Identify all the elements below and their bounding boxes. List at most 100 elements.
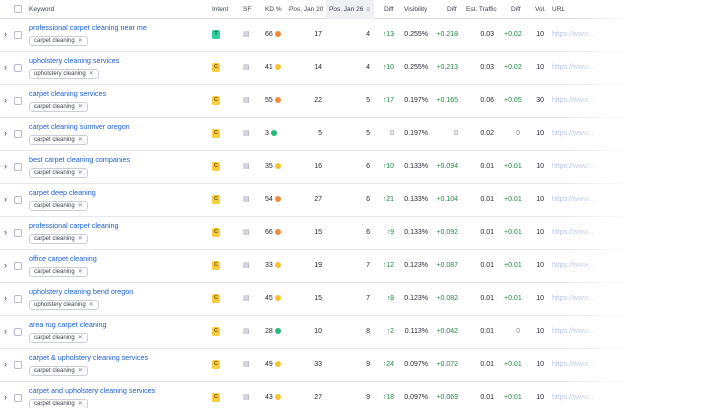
ranking-url[interactable]: https://www... [552,227,594,239]
keyword-link[interactable]: upholstery cleaning bend oregon [29,287,133,297]
ranking-url[interactable]: https://www... [552,62,594,74]
table-row[interactable]: › office carpet cleaning carpet cleaning ✕ C… [0,250,720,283]
serp-features-icon[interactable]: ▤ [243,326,250,338]
remove-tag-icon[interactable]: ✕ [89,302,94,308]
table-row[interactable]: › carpet cleaning sunriver oregon carpet c… [0,118,720,151]
header-sf[interactable]: SF [243,0,251,19]
ranking-url[interactable]: https://www... [552,359,594,371]
table-row[interactable]: › carpet deep cleaning carpet cleaning ✕ C ▤ 5… [0,184,720,217]
volume: 10 [536,229,544,236]
remove-tag-icon[interactable]: ✕ [78,170,83,176]
serp-features-icon[interactable]: ▤ [243,194,250,206]
header-pos-jan20[interactable]: Pos. Jan 20 [289,0,323,19]
serp-features-icon[interactable]: ▤ [243,161,250,173]
row-checkbox[interactable] [14,196,22,204]
keyword-link[interactable]: area rug carpet cleaning [29,320,107,330]
select-all-checkbox[interactable] [14,5,22,13]
header-diff[interactable]: Diff [384,0,394,19]
header-kd[interactable]: KD % [265,0,282,19]
keyword-link[interactable]: best carpet cleaning companies [29,155,130,165]
keyword-link[interactable]: upholstery cleaning services [29,56,119,66]
remove-tag-icon[interactable]: ✕ [78,335,83,341]
keyword-link[interactable]: carpet cleaning services [29,89,106,99]
serp-features-icon[interactable]: ▤ [243,293,250,305]
header-traffic[interactable]: Est. Traffic [466,0,497,19]
ranking-url[interactable]: https://www... [552,95,594,107]
expand-chevron-icon[interactable]: › [4,193,7,205]
serp-features-icon[interactable]: ▤ [243,29,250,41]
header-volume[interactable]: Vol. [535,0,546,19]
header-intent[interactable]: Intent [212,0,228,19]
table-row[interactable]: › professional carpet cleaning near me car… [0,19,720,52]
header-visibility[interactable]: Visibility [404,0,427,19]
remove-tag-icon[interactable]: ✕ [78,236,83,242]
expand-chevron-icon[interactable]: › [4,292,7,304]
table-row[interactable]: › carpet cleaning services carpet cleaning… [0,85,720,118]
ranking-url[interactable]: https://www... [552,161,594,173]
keyword-link[interactable]: carpet deep cleaning [29,188,96,198]
table-row[interactable]: › upholstery cleaning services upholstery … [0,52,720,85]
keyword-link[interactable]: carpet & upholstery cleaning services [29,353,148,363]
ranking-url[interactable]: https://www... [552,128,594,140]
remove-tag-icon[interactable]: ✕ [89,71,94,77]
keyword-link[interactable]: carpet and upholstery cleaning services [29,386,155,396]
keyword-link[interactable]: office carpet cleaning [29,254,97,264]
table-row[interactable]: › carpet & upholstery cleaning services ca… [0,349,720,382]
serp-features-icon[interactable]: ▤ [243,227,250,239]
remove-tag-icon[interactable]: ✕ [78,269,83,275]
keyword-link[interactable]: carpet cleaning sunriver oregon [29,122,130,132]
serp-features-icon[interactable]: ▤ [243,260,250,272]
expand-chevron-icon[interactable]: › [4,94,7,106]
ranking-url[interactable]: https://www... [552,326,594,338]
position-diff: ↑9 [378,227,394,239]
expand-chevron-icon[interactable]: › [4,61,7,73]
expand-chevron-icon[interactable]: › [4,28,7,40]
row-checkbox[interactable] [14,394,22,402]
row-checkbox[interactable] [14,328,22,336]
keyword-link[interactable]: professional carpet cleaning [29,221,119,231]
row-checkbox[interactable] [14,97,22,105]
ranking-url[interactable]: https://www... [552,293,594,305]
row-checkbox[interactable] [14,163,22,171]
header-visibility-diff[interactable]: Diff [447,0,457,19]
serp-features-icon[interactable]: ▤ [243,392,250,404]
header-url[interactable]: URL [552,0,565,19]
row-checkbox[interactable] [14,31,22,39]
ranking-url[interactable]: https://www... [552,29,594,41]
expand-chevron-icon[interactable]: › [4,226,7,238]
expand-chevron-icon[interactable]: › [4,127,7,139]
remove-tag-icon[interactable]: ✕ [78,38,83,44]
expand-chevron-icon[interactable]: › [4,391,7,403]
remove-tag-icon[interactable]: ✕ [78,203,83,209]
ranking-url[interactable]: https://www... [552,260,594,272]
row-checkbox[interactable] [14,361,22,369]
row-checkbox[interactable] [14,130,22,138]
table-row[interactable]: › carpet and upholstery cleaning services… [0,382,720,408]
remove-tag-icon[interactable]: ✕ [78,104,83,110]
table-row[interactable]: › professional carpet cleaning carpet clea… [0,217,720,250]
remove-tag-icon[interactable]: ✕ [78,368,83,374]
serp-features-icon[interactable]: ▤ [243,62,250,74]
expand-chevron-icon[interactable]: › [4,160,7,172]
row-checkbox[interactable] [14,295,22,303]
ranking-url[interactable]: https://www... [552,194,594,206]
header-pos-jan26[interactable]: Pos. Jan 26 ≡ [326,0,374,19]
row-checkbox[interactable] [14,262,22,270]
expand-chevron-icon[interactable]: › [4,325,7,337]
serp-features-icon[interactable]: ▤ [243,95,250,107]
ranking-url[interactable]: https://www... [552,392,594,404]
serp-features-icon[interactable]: ▤ [243,359,250,371]
expand-chevron-icon[interactable]: › [4,358,7,370]
header-keyword[interactable]: Keyword [29,0,54,19]
table-row[interactable]: › area rug carpet cleaning carpet cleaning… [0,316,720,349]
table-row[interactable]: › best carpet cleaning companies carpet cl… [0,151,720,184]
keyword-link[interactable]: professional carpet cleaning near me [29,23,147,33]
remove-tag-icon[interactable]: ✕ [78,401,83,407]
expand-chevron-icon[interactable]: › [4,259,7,271]
serp-features-icon[interactable]: ▤ [243,128,250,140]
table-row[interactable]: › upholstery cleaning bend oregon upholste… [0,283,720,316]
header-traffic-diff[interactable]: Diff [511,0,521,19]
row-checkbox[interactable] [14,229,22,237]
row-checkbox[interactable] [14,64,22,72]
remove-tag-icon[interactable]: ✕ [78,137,83,143]
